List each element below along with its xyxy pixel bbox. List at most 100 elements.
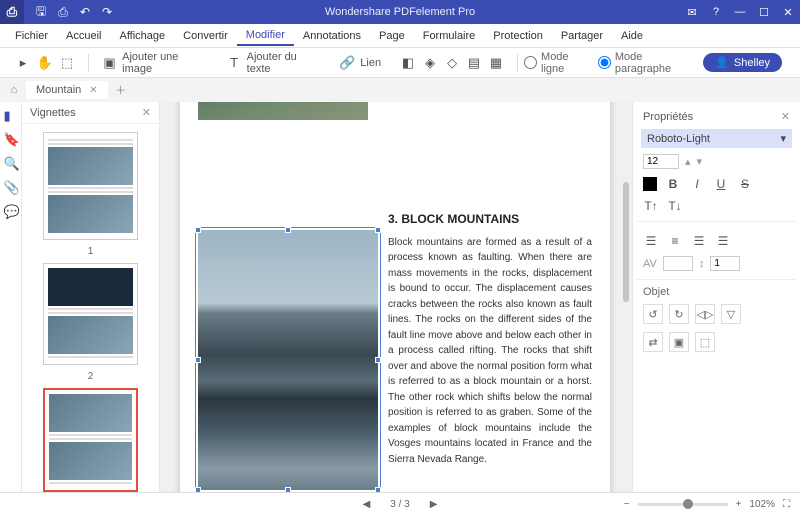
background-icon[interactable]: ◇ bbox=[443, 54, 461, 72]
user-button[interactable]: 👤Shelley bbox=[703, 53, 782, 72]
flip-h-icon[interactable]: ◁▷ bbox=[695, 304, 715, 324]
body-text[interactable]: Block mountains are formed as a result o… bbox=[388, 235, 592, 468]
font-size-input[interactable] bbox=[643, 154, 679, 169]
char-spacing-input[interactable] bbox=[663, 256, 693, 271]
attach-icon[interactable]: 📎 bbox=[4, 180, 18, 194]
menu-annotations[interactable]: Annotations bbox=[294, 27, 370, 45]
thumbnails-list[interactable]: 1 2 3 bbox=[22, 124, 159, 492]
zoom-slider[interactable] bbox=[638, 503, 728, 506]
undo-icon[interactable]: ↶ bbox=[76, 3, 94, 21]
menu-partager[interactable]: Partager bbox=[552, 27, 612, 45]
page-indicator[interactable]: 3 / 3 bbox=[390, 499, 409, 510]
line-spacing-input[interactable] bbox=[710, 256, 740, 271]
resize-handle[interactable] bbox=[375, 357, 381, 363]
crop-icon[interactable]: ⬚ bbox=[695, 332, 715, 352]
selected-image[interactable] bbox=[198, 230, 378, 490]
properties-panel: Propriétés ✕ Roboto-Light▾ ▴ ▾ B I U S T… bbox=[632, 102, 800, 492]
decrease-icon[interactable]: ▾ bbox=[697, 155, 703, 168]
mode-paragraph-radio[interactable]: Mode paragraphe bbox=[598, 51, 697, 75]
section-heading[interactable]: 3. BLOCK MOUNTAINS bbox=[388, 210, 592, 229]
watermark-icon[interactable]: ◈ bbox=[421, 54, 439, 72]
menu-formulaire[interactable]: Formulaire bbox=[414, 27, 485, 45]
close-icon[interactable]: ✕ bbox=[776, 0, 800, 24]
question-icon[interactable]: ? bbox=[704, 0, 728, 24]
pdf-page[interactable]: the plate crumbles and folds creating a … bbox=[180, 102, 610, 492]
align-right-icon[interactable]: ☰ bbox=[691, 234, 707, 248]
bates-icon[interactable]: ▦ bbox=[487, 54, 505, 72]
color-swatch[interactable] bbox=[643, 177, 657, 191]
menu-modifier[interactable]: Modifier bbox=[237, 26, 294, 46]
close-tab-icon[interactable]: ✕ bbox=[89, 85, 97, 96]
minimize-icon[interactable]: — bbox=[728, 0, 752, 24]
menu-convertir[interactable]: Convertir bbox=[174, 27, 237, 45]
mode-line-radio[interactable]: Mode ligne bbox=[524, 51, 592, 75]
resize-handle[interactable] bbox=[285, 227, 291, 233]
text-icon[interactable]: T bbox=[225, 54, 242, 72]
extract-icon[interactable]: ▣ bbox=[669, 332, 689, 352]
text-block[interactable]: 3. BLOCK MOUNTAINS Block mountains are f… bbox=[388, 210, 592, 490]
scrollbar-thumb[interactable] bbox=[623, 182, 629, 302]
pointer-icon[interactable]: ▸ bbox=[14, 54, 32, 72]
prev-page-icon[interactable]: ◀ bbox=[363, 499, 371, 510]
page-thumbnail[interactable] bbox=[43, 132, 138, 240]
bookmarks-icon[interactable]: 🔖 bbox=[4, 132, 18, 146]
align-center-icon[interactable]: ≡ bbox=[667, 234, 683, 248]
crop-icon[interactable]: ◧ bbox=[399, 54, 417, 72]
rotate-left-icon[interactable]: ↺ bbox=[643, 304, 663, 324]
italic-button[interactable]: I bbox=[689, 177, 705, 191]
menu-aide[interactable]: Aide bbox=[612, 27, 652, 45]
resize-handle[interactable] bbox=[375, 227, 381, 233]
add-image-button[interactable]: Ajouter une image bbox=[122, 51, 207, 75]
text-block[interactable]: the plate crumbles and folds creating a … bbox=[378, 102, 592, 190]
increase-icon[interactable]: ▴ bbox=[685, 155, 691, 168]
image-icon[interactable]: ▣ bbox=[101, 54, 118, 72]
close-panel-icon[interactable]: ✕ bbox=[142, 106, 151, 119]
link-button[interactable]: Lien bbox=[360, 57, 381, 69]
font-selector[interactable]: Roboto-Light▾ bbox=[641, 129, 792, 148]
resize-handle[interactable] bbox=[195, 357, 201, 363]
menu-fichier[interactable]: Fichier bbox=[6, 27, 57, 45]
home-tab-icon[interactable]: ⌂ bbox=[4, 80, 24, 100]
flip-v-icon[interactable]: ▽ bbox=[721, 304, 741, 324]
maximize-icon[interactable]: ☐ bbox=[752, 0, 776, 24]
menu-accueil[interactable]: Accueil bbox=[57, 27, 110, 45]
document-canvas[interactable]: the plate crumbles and folds creating a … bbox=[160, 102, 632, 492]
select-icon[interactable]: ⬚ bbox=[58, 54, 76, 72]
link-icon[interactable]: 🔗 bbox=[338, 54, 356, 72]
add-text-button[interactable]: Ajouter du texte bbox=[247, 51, 321, 75]
page-thumbnail-selected[interactable] bbox=[43, 388, 138, 492]
print-icon[interactable]: ⎙ bbox=[54, 3, 72, 21]
align-justify-icon[interactable]: ☰ bbox=[715, 234, 731, 248]
menu-protection[interactable]: Protection bbox=[484, 27, 552, 45]
menu-affichage[interactable]: Affichage bbox=[110, 27, 174, 45]
next-page-icon[interactable]: ▶ bbox=[430, 499, 438, 510]
bold-button[interactable]: B bbox=[665, 177, 681, 191]
close-panel-icon[interactable]: ✕ bbox=[781, 110, 790, 123]
subscript-button[interactable]: T↓ bbox=[667, 199, 683, 213]
superscript-button[interactable]: T↑ bbox=[643, 199, 659, 213]
header-icon[interactable]: ▤ bbox=[465, 54, 483, 72]
fit-icon[interactable]: ⛶ bbox=[783, 499, 790, 510]
strike-button[interactable]: S bbox=[737, 177, 753, 191]
zoom-value[interactable]: 102% bbox=[749, 499, 775, 510]
thumbnails-icon[interactable]: ▮ bbox=[4, 108, 18, 122]
save-icon[interactable]: 🖫 bbox=[32, 3, 50, 21]
zoom-in-icon[interactable]: + bbox=[736, 499, 742, 510]
mail-icon[interactable]: ✉ bbox=[680, 0, 704, 24]
redo-icon[interactable]: ↷ bbox=[98, 3, 116, 21]
rotate-right-icon[interactable]: ↻ bbox=[669, 304, 689, 324]
align-left-icon[interactable]: ☰ bbox=[643, 234, 659, 248]
vertical-scrollbar[interactable] bbox=[622, 102, 630, 492]
add-tab-icon[interactable]: ＋ bbox=[112, 81, 130, 99]
search-icon[interactable]: 🔍 bbox=[4, 156, 18, 170]
document-tab[interactable]: Mountain ✕ bbox=[26, 81, 108, 99]
comment-icon[interactable]: 💬 bbox=[4, 204, 18, 218]
replace-icon[interactable]: ⇄ bbox=[643, 332, 663, 352]
zoom-out-icon[interactable]: − bbox=[624, 499, 630, 510]
underline-button[interactable]: U bbox=[713, 177, 729, 191]
resize-handle[interactable] bbox=[195, 227, 201, 233]
page-thumbnail[interactable] bbox=[43, 263, 138, 365]
hand-icon[interactable]: ✋ bbox=[36, 54, 54, 72]
embedded-image[interactable] bbox=[198, 102, 368, 120]
menu-page[interactable]: Page bbox=[370, 27, 414, 45]
